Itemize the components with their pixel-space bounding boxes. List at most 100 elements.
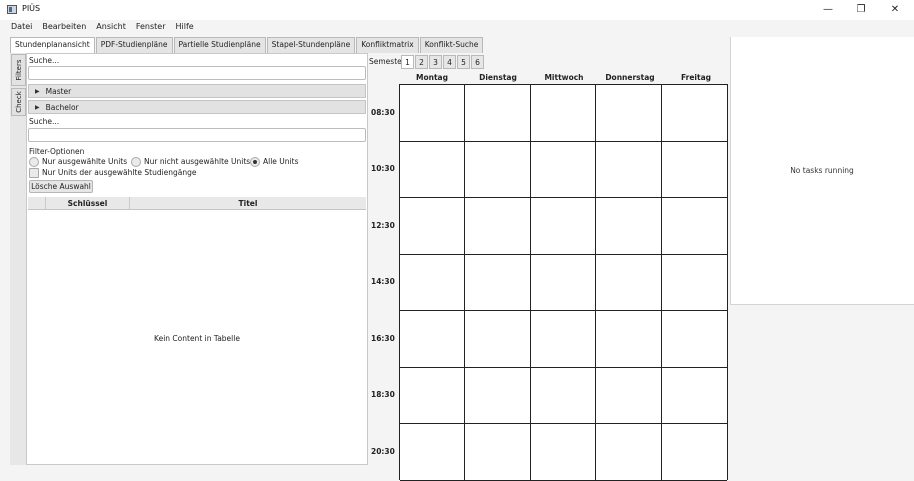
schedule-cell[interactable] bbox=[400, 141, 466, 198]
accordion-master[interactable]: ▶ Master bbox=[28, 84, 366, 98]
side-tab-filters[interactable]: Filters bbox=[11, 54, 26, 86]
menu-bearbeiten[interactable]: Bearbeiten bbox=[37, 20, 91, 35]
tab-pdf-studienplaene[interactable]: PDF-Studienpläne bbox=[95, 37, 173, 53]
schedule-cell[interactable] bbox=[400, 254, 466, 311]
radio-selected-units-label: Nur ausgewählte Units bbox=[42, 157, 128, 166]
units-table-header: Schlüssel Titel bbox=[28, 197, 366, 210]
menu-bar: Datei Bearbeiten Ansicht Fenster Hilfe bbox=[0, 20, 914, 35]
chevron-right-icon: ▶ bbox=[35, 87, 40, 95]
schedule-cell[interactable] bbox=[596, 424, 662, 481]
semester-tab-4[interactable]: 4 bbox=[443, 55, 456, 69]
schedule-cell[interactable] bbox=[596, 254, 662, 311]
menu-hilfe[interactable]: Hilfe bbox=[171, 20, 199, 35]
time-label-1030: 10:30 bbox=[371, 164, 395, 173]
tab-konflikt-suche[interactable]: Konflikt-Suche bbox=[419, 37, 484, 53]
radio-all-units[interactable]: Alle Units bbox=[250, 157, 298, 167]
close-button[interactable]: ✕ bbox=[880, 1, 910, 18]
task-status: No tasks running bbox=[790, 166, 854, 175]
schedule-cell[interactable] bbox=[530, 311, 597, 368]
accordion-bachelor-label: Bachelor bbox=[45, 102, 79, 112]
schedule-cell[interactable] bbox=[661, 368, 727, 424]
menu-fenster[interactable]: Fenster bbox=[131, 20, 171, 35]
time-label-0830: 08:30 bbox=[371, 108, 395, 117]
table-select-column bbox=[28, 197, 46, 209]
title-bar bbox=[0, 0, 914, 20]
schedule-cell[interactable] bbox=[661, 424, 727, 481]
schedule-cell[interactable] bbox=[596, 367, 662, 424]
schedule-cell[interactable] bbox=[530, 367, 597, 424]
schedule-cell[interactable] bbox=[400, 424, 466, 481]
schedule-cell[interactable] bbox=[400, 367, 466, 424]
column-schluessel[interactable]: Schlüssel bbox=[46, 197, 130, 209]
side-tab-check-label: Check bbox=[14, 91, 23, 113]
schedule-grid bbox=[399, 84, 728, 481]
schedule-cell[interactable] bbox=[530, 424, 597, 481]
schedule-cell[interactable] bbox=[465, 311, 531, 368]
schedule-cell[interactable] bbox=[465, 367, 531, 424]
schedule-cell[interactable] bbox=[400, 85, 466, 142]
schedule-cell[interactable] bbox=[596, 311, 662, 368]
side-tab-check[interactable]: Check bbox=[11, 88, 26, 116]
day-header-donnerstag: Donnerstag bbox=[605, 73, 655, 82]
schedule-cell[interactable] bbox=[465, 198, 531, 255]
day-header-montag: Montag bbox=[416, 73, 448, 82]
minimize-button[interactable]: — bbox=[813, 1, 843, 18]
unit-search-label: Suche... bbox=[29, 117, 60, 126]
time-label-1230: 12:30 bbox=[371, 221, 395, 230]
tab-stapel-stundenplaene[interactable]: Stapel-Stundenpläne bbox=[266, 37, 356, 53]
window-title: PIÜS bbox=[22, 4, 41, 13]
side-tab-filters-label: Filters bbox=[14, 59, 23, 81]
day-header-dienstag: Dienstag bbox=[479, 73, 517, 82]
time-label-1830: 18:30 bbox=[371, 390, 395, 399]
unit-search-input[interactable] bbox=[28, 128, 366, 142]
semester-tab-2[interactable]: 2 bbox=[415, 55, 428, 69]
menu-ansicht[interactable]: Ansicht bbox=[91, 20, 131, 35]
schedule-cell[interactable] bbox=[530, 254, 597, 311]
filter-pane bbox=[10, 53, 368, 465]
schedule-cell[interactable] bbox=[465, 85, 531, 142]
schedule-cell[interactable] bbox=[596, 141, 662, 198]
filter-options-label: Filter-Optionen bbox=[29, 147, 85, 156]
schedule-cell[interactable] bbox=[661, 311, 727, 368]
schedule-cell[interactable] bbox=[400, 311, 466, 368]
schedule-cell[interactable] bbox=[596, 85, 662, 142]
schedule-cells bbox=[400, 85, 727, 481]
checkbox-icon bbox=[29, 168, 39, 178]
checkbox-studiengaenge-label: Nur Units der ausgewählte Studiengänge bbox=[42, 168, 197, 177]
schedule-cell[interactable] bbox=[596, 198, 662, 255]
tab-stundenplanansicht[interactable]: Stundenplanansicht bbox=[10, 37, 95, 54]
schedule-cell[interactable] bbox=[661, 85, 727, 142]
schedule-cell[interactable] bbox=[661, 198, 727, 255]
time-label-1630: 16:30 bbox=[371, 334, 395, 343]
maximize-button[interactable]: ❐ bbox=[846, 1, 876, 18]
schedule-cell[interactable] bbox=[400, 198, 466, 255]
chevron-right-icon: ▶ bbox=[35, 103, 40, 111]
time-label-1430: 14:30 bbox=[371, 277, 395, 286]
semester-tab-3[interactable]: 3 bbox=[429, 55, 442, 69]
schedule-cell[interactable] bbox=[465, 141, 531, 198]
search-input[interactable] bbox=[28, 66, 366, 80]
radio-unselected-units[interactable]: Nur nicht ausgewählte Units bbox=[131, 157, 250, 167]
clear-selection-button[interactable]: Lösche Auswahl bbox=[29, 180, 93, 193]
schedule-cell[interactable] bbox=[530, 198, 597, 255]
accordion-bachelor[interactable]: ▶ Bachelor bbox=[28, 100, 366, 114]
semester-tab-1[interactable]: 1 bbox=[401, 55, 414, 69]
schedule-cell[interactable] bbox=[661, 255, 727, 311]
column-titel[interactable]: Titel bbox=[130, 197, 366, 209]
schedule-cell[interactable] bbox=[661, 142, 727, 198]
menu-datei[interactable]: Datei bbox=[6, 20, 37, 35]
semester-tab-5[interactable]: 5 bbox=[457, 55, 470, 69]
semester-tab-6[interactable]: 6 bbox=[471, 55, 484, 69]
schedule-cell[interactable] bbox=[465, 254, 531, 311]
radio-selected-icon bbox=[250, 157, 260, 167]
radio-selected-units[interactable]: Nur ausgewählte Units bbox=[29, 157, 127, 167]
app-icon bbox=[7, 5, 17, 14]
tab-konfliktmatrix[interactable]: Konfliktmatrix bbox=[356, 37, 419, 53]
schedule-cell[interactable] bbox=[530, 141, 597, 198]
schedule-cell[interactable] bbox=[465, 424, 531, 481]
schedule-cell[interactable] bbox=[530, 85, 597, 142]
radio-icon bbox=[29, 157, 39, 167]
checkbox-studiengaenge[interactable]: Nur Units der ausgewählte Studiengänge bbox=[29, 168, 197, 178]
search-label: Suche... bbox=[29, 56, 60, 65]
tab-partielle-studienplaene[interactable]: Partielle Studienpläne bbox=[173, 37, 266, 53]
